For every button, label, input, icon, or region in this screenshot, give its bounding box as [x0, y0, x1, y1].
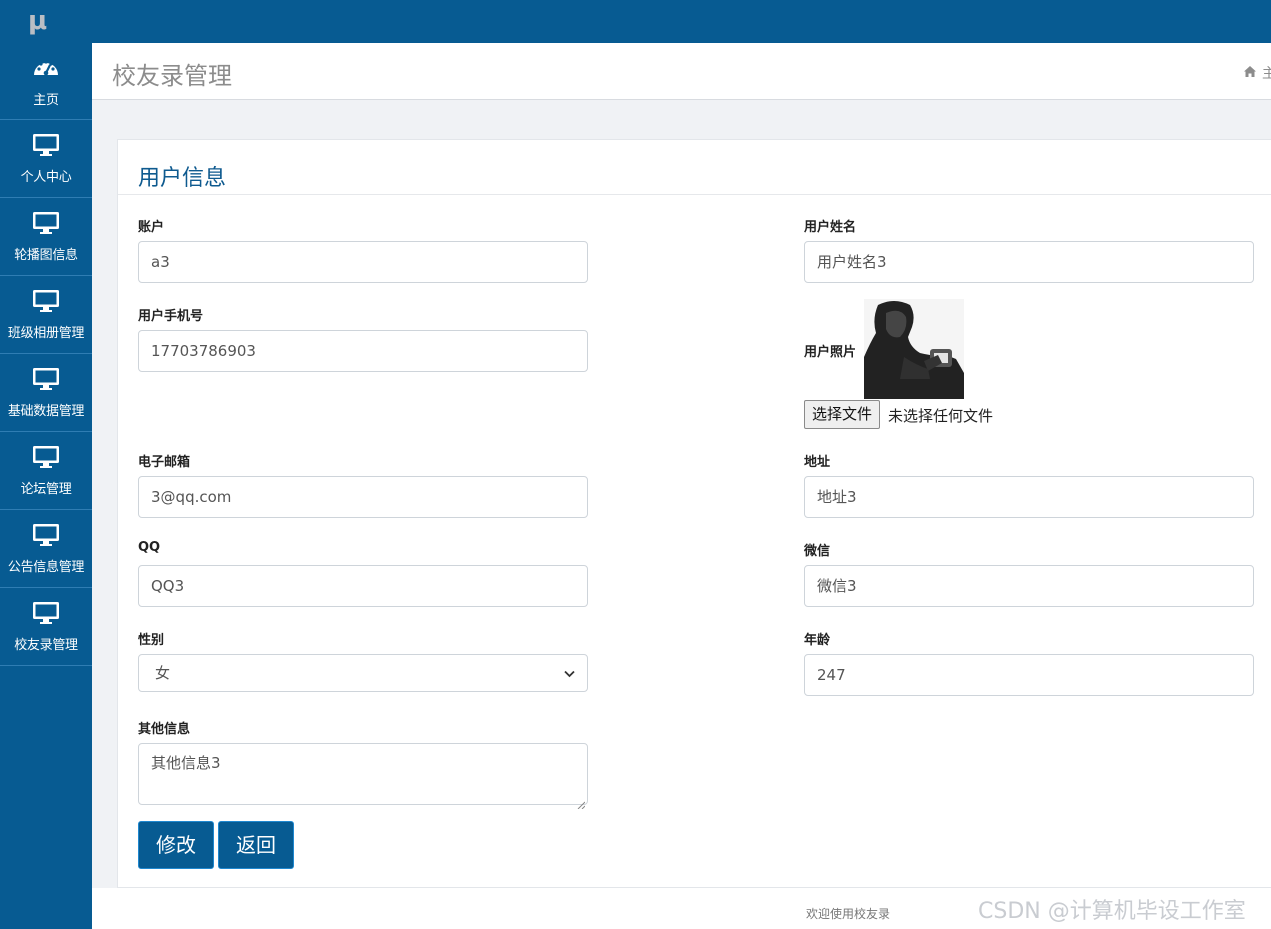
address-input[interactable]: 地址3 [804, 476, 1254, 518]
sidebar-item-label: 公告信息管理 [7, 560, 85, 575]
monitor-icon [32, 600, 60, 626]
top-bar: μ [0, 0, 1271, 43]
qq-input[interactable]: QQ3 [138, 565, 588, 607]
sidebar-item-class-album[interactable]: 班级相册管理 [0, 276, 92, 354]
gender-selected-value: 女 [155, 664, 171, 682]
watermark: CSDN @计算机毕设工作室 [978, 899, 1246, 924]
address-label: 地址 [804, 455, 831, 470]
content-area: 用户信息 账户 a3 用户姓名 用户姓名3 用户手机号 17703786903 … [92, 100, 1271, 888]
sidebar-item-label: 论坛管理 [20, 482, 72, 497]
page-title: 校友录管理 [112, 62, 232, 90]
sidebar: 主页 个人中心 轮播图信息 班级相册管理 基础数据管理 论坛管理 公告信息管理 … [0, 43, 92, 929]
qq-label: QQ [138, 540, 161, 555]
monitor-icon [32, 210, 60, 236]
other-info-label: 其他信息 [138, 722, 191, 737]
sidebar-item-label: 轮播图信息 [14, 248, 78, 263]
account-label: 账户 [138, 220, 165, 235]
sidebar-item-personal-center[interactable]: 个人中心 [0, 120, 92, 198]
phone-label: 用户手机号 [138, 309, 204, 324]
monitor-icon [32, 288, 60, 314]
breadcrumb: 主 [1244, 63, 1271, 83]
back-button[interactable]: 返回 [218, 821, 294, 869]
sidebar-item-label: 班级相册管理 [7, 326, 85, 341]
sidebar-item-label: 基础数据管理 [7, 404, 85, 419]
name-label: 用户姓名 [804, 220, 857, 235]
wechat-label: 微信 [804, 544, 831, 559]
monitor-icon [32, 522, 60, 548]
page-header: 校友录管理 主 [92, 43, 1271, 100]
name-input[interactable]: 用户姓名3 [804, 241, 1254, 283]
footer-text: 欢迎使用校友录 [806, 907, 891, 921]
sidebar-item-home[interactable]: 主页 [0, 43, 92, 120]
sidebar-item-label: 校友录管理 [14, 638, 78, 653]
monitor-icon [32, 132, 60, 158]
gender-label: 性别 [138, 633, 165, 648]
email-label: 电子邮箱 [138, 455, 191, 470]
sidebar-item-alumni[interactable]: 校友录管理 [0, 588, 92, 666]
resize-handle-icon[interactable] [577, 794, 586, 810]
file-status-text: 未选择任何文件 [888, 407, 994, 425]
choose-file-button[interactable]: 选择文件 [804, 400, 881, 429]
gender-select[interactable]: 女 [138, 654, 588, 692]
user-photo [864, 299, 964, 399]
account-input[interactable]: a3 [138, 241, 588, 283]
breadcrumb-home-link[interactable]: 主 [1262, 63, 1271, 83]
sidebar-item-forum[interactable]: 论坛管理 [0, 432, 92, 510]
other-info-value: 其他信息3 [151, 754, 221, 772]
other-info-textarea[interactable]: 其他信息3 [138, 743, 588, 810]
divider [118, 194, 1271, 195]
monitor-icon [32, 366, 60, 392]
age-label: 年龄 [804, 633, 831, 648]
app-logo[interactable]: μ [28, 6, 52, 36]
email-input[interactable]: 3@qq.com [138, 476, 588, 518]
dashboard-icon [32, 55, 60, 81]
wechat-input[interactable]: 微信3 [804, 565, 1254, 607]
panel-title: 用户信息 [138, 166, 227, 191]
phone-input[interactable]: 17703786903 [138, 330, 588, 372]
monitor-icon [32, 444, 60, 470]
sidebar-item-label: 主页 [33, 92, 59, 108]
sidebar-item-carousel[interactable]: 轮播图信息 [0, 198, 92, 276]
edit-button[interactable]: 修改 [138, 821, 214, 869]
sidebar-item-notices[interactable]: 公告信息管理 [0, 510, 92, 588]
sidebar-item-basic-data[interactable]: 基础数据管理 [0, 354, 92, 432]
sidebar-item-label: 个人中心 [20, 170, 72, 185]
photo-label: 用户照片 [804, 345, 857, 360]
home-icon[interactable] [1244, 65, 1256, 81]
age-input[interactable]: 247 [804, 654, 1254, 696]
user-info-panel: 用户信息 账户 a3 用户姓名 用户姓名3 用户手机号 17703786903 … [117, 139, 1271, 888]
chevron-down-icon [564, 653, 575, 693]
